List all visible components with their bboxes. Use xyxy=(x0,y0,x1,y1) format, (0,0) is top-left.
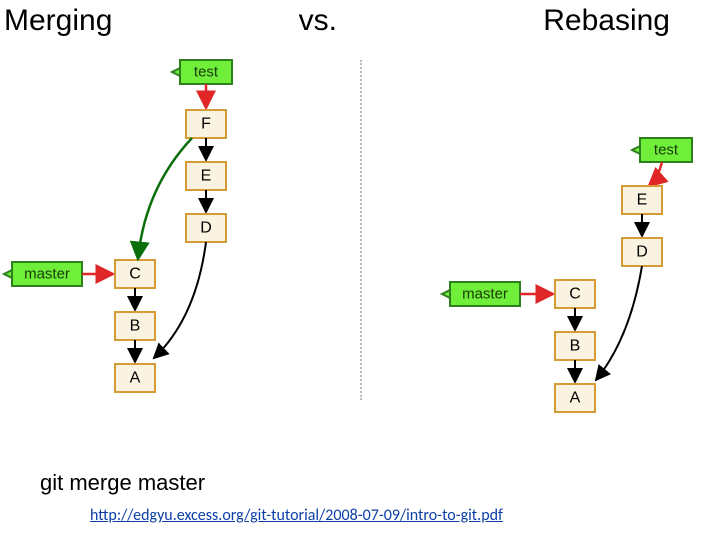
branch-master: master xyxy=(442,282,520,306)
commit-e: E xyxy=(622,186,662,214)
svg-text:A: A xyxy=(570,390,581,407)
commit-e: E xyxy=(186,162,226,190)
svg-text:F: F xyxy=(201,116,211,133)
source-link[interactable]: http://edgyu.excess.org/git-tutorial/200… xyxy=(90,506,503,525)
svg-text:C: C xyxy=(129,266,141,283)
git-command: git merge master xyxy=(40,470,205,496)
svg-text:D: D xyxy=(200,220,212,237)
commit-f: F xyxy=(186,110,226,138)
title-rebasing: Rebasing xyxy=(543,4,670,38)
svg-text:B: B xyxy=(130,318,141,335)
svg-text:C: C xyxy=(569,286,581,303)
commit-d: D xyxy=(622,238,662,266)
commit-b: B xyxy=(555,332,595,360)
rebasing-diagram: test E D master C B A xyxy=(400,38,720,448)
title-vs: vs. xyxy=(299,4,337,38)
branch-test-label: test xyxy=(654,142,679,159)
arrow-merge-f-to-c xyxy=(138,138,192,259)
branch-master-label: master xyxy=(24,266,70,283)
svg-text:A: A xyxy=(130,370,141,387)
svg-text:D: D xyxy=(636,244,648,261)
merging-diagram: test F E D master C B xyxy=(0,38,320,448)
commit-a: A xyxy=(555,384,595,412)
svg-text:E: E xyxy=(637,192,648,209)
arrow-d-to-a xyxy=(154,242,206,358)
svg-text:B: B xyxy=(570,338,581,355)
commit-c: C xyxy=(115,260,155,288)
arrow-d-to-a xyxy=(596,266,642,380)
svg-text:E: E xyxy=(201,168,212,185)
arrow-test-to-e xyxy=(649,162,662,186)
branch-master: master xyxy=(4,262,82,286)
commit-b: B xyxy=(115,312,155,340)
commit-c: C xyxy=(555,280,595,308)
commit-a: A xyxy=(115,364,155,392)
commit-d: D xyxy=(186,214,226,242)
title-merging: Merging xyxy=(4,4,112,38)
branch-test: test xyxy=(632,138,692,162)
branch-master-label: master xyxy=(462,286,508,303)
diagram-area: test F E D master C B xyxy=(0,38,720,428)
branch-test-label: test xyxy=(194,64,219,81)
branch-test: test xyxy=(172,60,232,84)
header-row: Merging vs. Rebasing xyxy=(0,0,720,38)
